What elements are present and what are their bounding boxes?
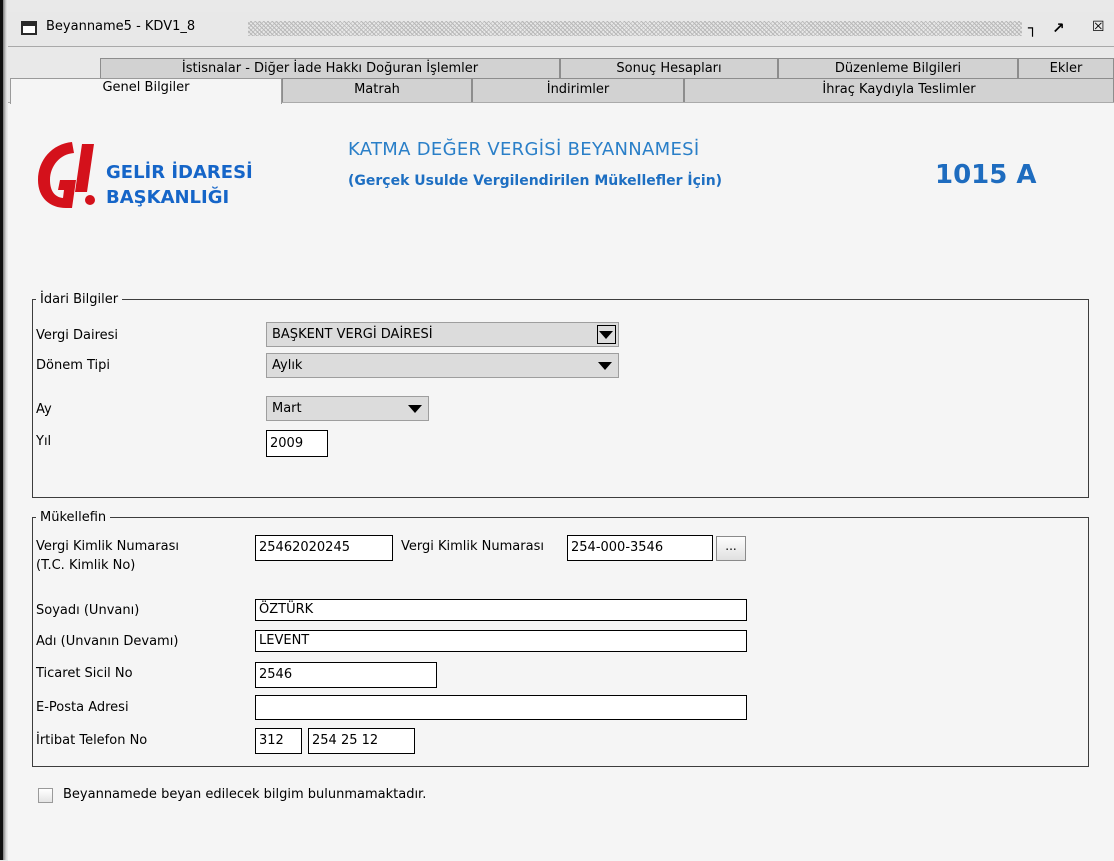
yil-input[interactable]: 2009 <box>266 430 328 457</box>
soyadi-input[interactable]: ÖZTÜRK <box>255 599 747 621</box>
ay-value: Mart <box>272 401 302 416</box>
vergi-dairesi-label: Vergi Dairesi <box>36 328 119 343</box>
form-code: 1015 A <box>935 160 1037 190</box>
tab-strip-top: İstisnalar - Diğer İade Hakkı Doğuran İş… <box>8 58 1114 78</box>
vergi-dairesi-value: BAŞKENT VERGİ DAİRESİ <box>272 327 433 342</box>
donem-tipi-select[interactable]: Aylık <box>266 353 619 378</box>
org-name: GELİR İDARESİ BAŞKANLIĞI <box>106 160 253 210</box>
adi-input[interactable]: LEVENT <box>255 630 747 652</box>
tab-indirimler[interactable]: İndirimler <box>472 78 684 102</box>
soyadi-label: Soyadı (Unvanı) <box>36 603 140 618</box>
ticaret-sicil-label: Ticaret Sicil No <box>36 666 133 681</box>
idari-bilgiler-legend: İdari Bilgiler <box>40 292 119 307</box>
vkn-browse-button[interactable]: ... <box>716 536 746 561</box>
tab-sonuc-hesaplari[interactable]: Sonuç Hesapları <box>560 58 778 78</box>
yil-label: Yıl <box>36 434 52 449</box>
application-window: Beyanname5 - KDV1_8 ┐ ↗ ☒ İstisnalar - D… <box>0 0 1114 861</box>
chevron-down-icon <box>599 331 613 339</box>
bilgi-yok-checkbox[interactable] <box>38 788 53 803</box>
ticaret-sicil-input[interactable]: 2546 <box>255 662 437 688</box>
bilgi-yok-label[interactable]: Beyannamede beyan edilecek bilgim bulunm… <box>63 787 426 802</box>
title-bar-grip[interactable] <box>248 21 1022 36</box>
tab-ihrac-kaydiyla-teslimler[interactable]: İhraç Kaydıyla Teslimler <box>684 78 1114 102</box>
telefon-no-input[interactable]: 254 25 12 <box>308 728 415 754</box>
maximize-icon[interactable]: ↗ <box>1052 19 1065 37</box>
restore-down-icon[interactable]: ┐ <box>1028 19 1037 37</box>
tab-istisnalar[interactable]: İstisnalar - Diğer İade Hakkı Doğuran İş… <box>100 58 560 78</box>
telefon-label: İrtibat Telefon No <box>36 733 148 748</box>
tab-ekler[interactable]: Ekler <box>1018 58 1114 78</box>
donem-tipi-label: Dönem Tipi <box>36 358 111 373</box>
gib-logo <box>38 142 95 208</box>
tab-genel-bilgiler[interactable]: Genel Bilgiler <box>10 78 282 104</box>
window-icon <box>21 21 37 35</box>
vkn-input[interactable]: 254-000-3546 <box>567 535 713 561</box>
mukellef-legend: Mükellefin <box>40 510 107 525</box>
tab-strip-bottom: Genel Bilgiler Matrah İndirimler İhraç K… <box>8 78 1114 104</box>
vergi-dairesi-select[interactable]: BAŞKENT VERGİ DAİRESİ <box>266 322 619 347</box>
title-bar[interactable]: Beyanname5 - KDV1_8 ┐ ↗ ☒ <box>8 0 1114 47</box>
tab-matrah[interactable]: Matrah <box>282 78 472 102</box>
vkn-label: Vergi Kimlik Numarası <box>401 539 544 554</box>
tc-kimlik-label: Vergi Kimlik Numarası <box>36 539 179 554</box>
chevron-down-icon <box>408 405 422 413</box>
org-name-line2: BAŞKANLIĞI <box>106 187 230 208</box>
ay-select[interactable]: Mart <box>266 396 429 421</box>
org-name-line1: GELİR İDARESİ <box>106 162 253 183</box>
form-subtitle: (Gerçek Usulde Vergilendirilen Mükellefl… <box>348 173 723 189</box>
ay-label: Ay <box>36 402 52 417</box>
tc-kimlik-sublabel: (T.C. Kimlik No) <box>36 558 136 573</box>
close-icon[interactable]: ☒ <box>1092 19 1105 35</box>
telefon-alan-kodu-input[interactable]: 312 <box>255 728 302 754</box>
tab-duzenleme-bilgileri[interactable]: Düzenleme Bilgileri <box>778 58 1018 78</box>
adi-label: Adı (Unvanın Devamı) <box>36 634 179 649</box>
donem-tipi-value: Aylık <box>272 358 303 373</box>
dropdown-button[interactable] <box>597 325 616 344</box>
eposta-label: E-Posta Adresi <box>36 700 129 715</box>
eposta-input[interactable] <box>255 695 747 720</box>
window-title: Beyanname5 - KDV1_8 <box>46 19 196 34</box>
tc-kimlik-input[interactable]: 25462020245 <box>255 535 393 561</box>
window-border <box>0 0 8 860</box>
chevron-down-icon <box>598 362 612 370</box>
form-title: KATMA DEĞER VERGİSİ BEYANNAMESİ <box>348 139 700 160</box>
